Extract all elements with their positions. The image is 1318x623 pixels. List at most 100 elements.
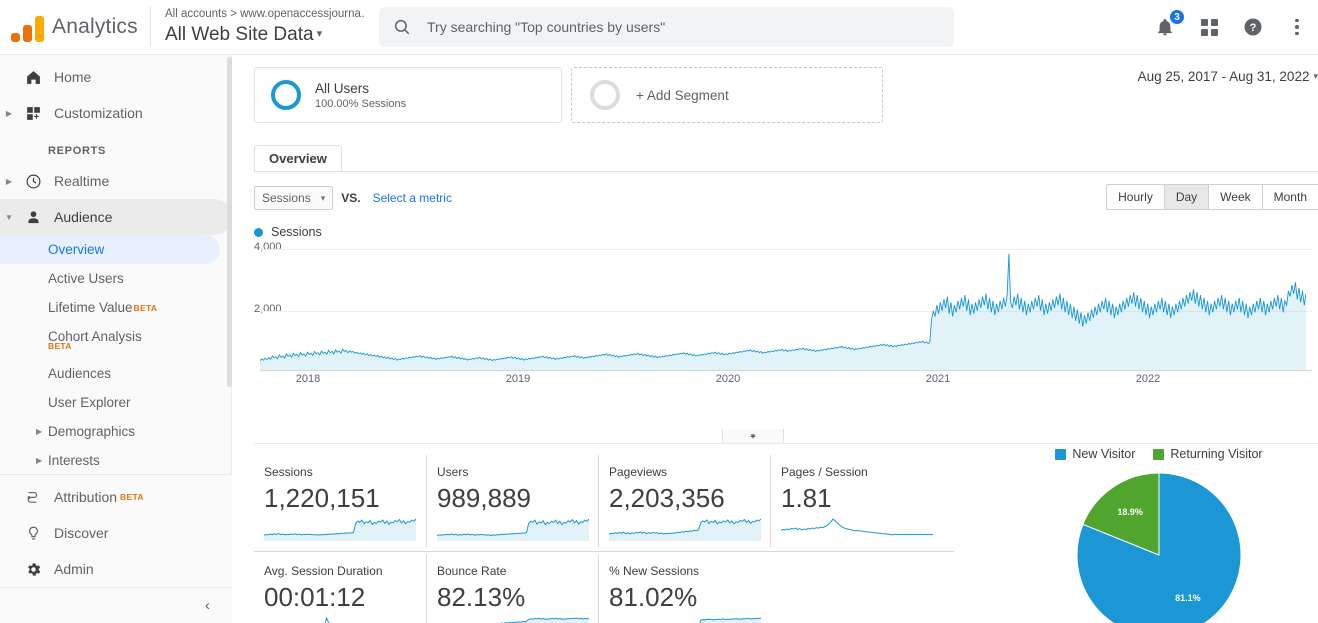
sidebar-item-label-home: Home bbox=[54, 69, 92, 85]
brand-name: Analytics bbox=[52, 15, 138, 38]
help-button[interactable]: ? bbox=[1240, 14, 1266, 40]
sidebar-item-admin[interactable]: Admin bbox=[0, 551, 232, 587]
sessions-timeseries-chart[interactable]: 4,000 2,000 2018 2019 2020 2021 2022 bbox=[254, 241, 1312, 393]
metric-title: Pages / Session bbox=[781, 465, 868, 479]
search-placeholder: Try searching "Top countries by users" bbox=[427, 19, 666, 35]
metric-card-pages-session[interactable]: Pages / Session 1.81 bbox=[770, 455, 942, 547]
pie-legend: New Visitor Returning Visitor bbox=[1014, 447, 1304, 461]
granularity-week[interactable]: Week bbox=[1208, 184, 1262, 210]
search-input[interactable]: Try searching "Top countries by users" bbox=[379, 7, 954, 47]
sidebar-item-active-users[interactable]: Active Users bbox=[0, 264, 232, 293]
granularity-month[interactable]: Month bbox=[1261, 184, 1318, 210]
metric-card-users[interactable]: Users 989,889 bbox=[426, 455, 598, 547]
apps-button[interactable] bbox=[1196, 14, 1222, 40]
sidebar-item-customization[interactable]: ▶ Customization bbox=[0, 95, 232, 131]
metric-title: Users bbox=[437, 465, 469, 479]
sidebar-item-cohort-analysis[interactable]: Cohort Analysis BETA bbox=[0, 322, 232, 351]
legend-label-new-visitor: New Visitor bbox=[1072, 447, 1136, 461]
help-icon: ? bbox=[1244, 18, 1262, 36]
metric-card-bounce-rate[interactable]: Bounce Rate 82.13% bbox=[426, 554, 598, 623]
sidebar-bottom-group: Attribution BETA Discover Admin bbox=[0, 474, 232, 587]
metric-selector[interactable]: Sessions ▾ bbox=[254, 186, 334, 210]
metric-card-avg-session-duration[interactable]: Avg. Session Duration 00:01:12 bbox=[254, 554, 426, 623]
tab-underline bbox=[254, 171, 1318, 172]
granularity-group: Hourly Day Week Month bbox=[1106, 184, 1318, 210]
chart-collapse-handle[interactable]: ▾ bbox=[722, 429, 784, 444]
segment-ring-icon bbox=[271, 80, 301, 110]
x-axis-tick-2020: 2020 bbox=[715, 373, 741, 385]
metric-card-new-sessions[interactable]: % New Sessions 81.02% bbox=[598, 554, 770, 623]
segment-all-users[interactable]: All Users 100.00% Sessions bbox=[254, 67, 562, 123]
metric-title: Avg. Session Duration bbox=[264, 564, 383, 578]
sidebar-item-lifetime-value[interactable]: Lifetime Value BETA bbox=[0, 293, 232, 322]
chevron-down-icon: ▾ bbox=[750, 430, 756, 441]
property-title-text: All Web Site Data bbox=[165, 24, 314, 45]
sidebar-item-attribution[interactable]: Attribution BETA bbox=[0, 479, 232, 515]
date-range-picker[interactable]: Aug 25, 2017 - Aug 31, 2022 ▾ bbox=[1138, 69, 1318, 84]
metric-card-pageviews[interactable]: Pageviews 2,203,356 bbox=[598, 455, 770, 547]
metric-card-sessions[interactable]: Sessions 1,220,151 bbox=[254, 455, 426, 547]
chevron-down-icon: ▼ bbox=[5, 212, 13, 222]
metric-selector-label: Sessions bbox=[262, 191, 311, 205]
sidebar-item-audience[interactable]: ▼ Audience bbox=[0, 199, 232, 235]
granularity-day[interactable]: Day bbox=[1163, 184, 1209, 210]
sidebar-item-overview[interactable]: Overview bbox=[0, 235, 220, 264]
sidebar-section-reports: REPORTS bbox=[48, 145, 107, 157]
select-metric-link[interactable]: Select a metric bbox=[373, 191, 452, 205]
metric-value: 989,889 bbox=[437, 483, 531, 513]
visitor-type-pie-panel: New Visitor Returning Visitor 81.1% 18.9% bbox=[1014, 447, 1304, 623]
sidebar-item-demographics[interactable]: ▶ Demographics bbox=[0, 417, 232, 446]
sidebar-item-interests[interactable]: ▶ Interests bbox=[0, 446, 232, 475]
clock-icon bbox=[18, 173, 48, 190]
analytics-logo-icon bbox=[10, 12, 44, 42]
sidebar-item-audiences[interactable]: Audiences bbox=[0, 359, 232, 388]
person-icon bbox=[18, 209, 48, 226]
svg-text:?: ? bbox=[1250, 22, 1257, 34]
vs-label: VS. bbox=[341, 191, 361, 205]
sidebar-item-label-realtime: Realtime bbox=[54, 173, 110, 189]
property-selector[interactable]: All accounts > www.openaccessjourna… All… bbox=[150, 7, 365, 47]
granularity-hourly[interactable]: Hourly bbox=[1106, 184, 1164, 210]
sidebar-item-home[interactable]: Home bbox=[0, 59, 232, 95]
notifications-button[interactable]: 3 bbox=[1152, 9, 1185, 40]
sparkline-avg-duration bbox=[264, 616, 416, 623]
sidebar-item-discover[interactable]: Discover bbox=[0, 515, 232, 551]
x-axis-labels: 2018 2019 2020 2021 2022 bbox=[260, 373, 1312, 391]
search-icon bbox=[394, 19, 410, 35]
pie-legend-item-new[interactable]: New Visitor bbox=[1055, 447, 1135, 461]
sidebar-subitem-label-lifetime-value: Lifetime Value bbox=[48, 300, 133, 315]
sparkline-pageviews bbox=[609, 517, 761, 541]
tab-overview[interactable]: Overview bbox=[254, 145, 342, 171]
analytics-app: Analytics All accounts > www.openaccessj… bbox=[0, 0, 1318, 623]
x-axis-tick-2018: 2018 bbox=[295, 373, 321, 385]
sidebar-item-user-explorer[interactable]: User Explorer bbox=[0, 388, 232, 417]
chevron-down-icon: ▾ bbox=[1313, 71, 1318, 81]
top-bar: Analytics All accounts > www.openaccessj… bbox=[0, 0, 1318, 55]
customization-icon bbox=[18, 105, 48, 122]
main-inner: All Users 100.00% Sessions + Add Segment… bbox=[232, 55, 1318, 623]
add-segment-button[interactable]: + Add Segment bbox=[571, 67, 883, 123]
visitor-type-pie-chart[interactable]: 81.1% 18.9% bbox=[1075, 471, 1243, 623]
collapse-sidebar-button[interactable]: ‹ bbox=[205, 597, 210, 614]
attribution-icon bbox=[18, 489, 48, 506]
legend-swatch-returning-visitor bbox=[1153, 448, 1165, 460]
more-options-button[interactable] bbox=[1284, 14, 1310, 40]
logo-area[interactable]: Analytics bbox=[0, 12, 150, 42]
chevron-right-icon: ▶ bbox=[36, 456, 43, 465]
tab-bar: Overview bbox=[254, 145, 1318, 172]
sidebar-item-realtime[interactable]: ▶ Realtime bbox=[0, 163, 232, 199]
metric-title: Pageviews bbox=[609, 465, 668, 479]
metric-value: 1,220,151 bbox=[264, 483, 380, 513]
beta-badge: BETA bbox=[48, 341, 72, 351]
pie-legend-item-returning[interactable]: Returning Visitor bbox=[1153, 447, 1263, 461]
bulb-icon bbox=[18, 525, 48, 542]
metric-cards: Sessions 1,220,151 Users 989,889 Pagevie… bbox=[254, 455, 954, 623]
metric-row-2: Avg. Session Duration 00:01:12 Bounce Ra… bbox=[254, 551, 954, 623]
chevron-down-icon: ▾ bbox=[320, 192, 326, 203]
section-divider bbox=[254, 443, 1318, 444]
sparkline-pages-session bbox=[781, 517, 933, 541]
page-title[interactable]: All Web Site Data ▾ bbox=[165, 22, 365, 47]
chart-controls: Sessions ▾ VS. Select a metric Hourly Da… bbox=[254, 184, 1318, 211]
sidebar-scroll-area: Home ▶ Customization REPORTS ▶ Realtime … bbox=[0, 55, 232, 475]
metric-row-1: Sessions 1,220,151 Users 989,889 Pagevie… bbox=[254, 455, 954, 547]
